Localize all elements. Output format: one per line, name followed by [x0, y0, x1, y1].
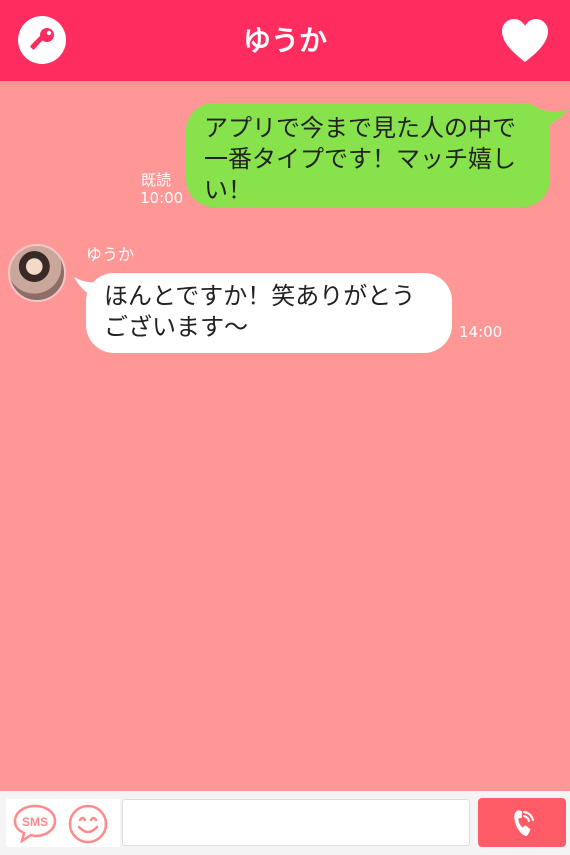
sender-name: ゆうか — [86, 245, 135, 264]
sms-icon: SMS — [13, 804, 57, 844]
favorite-button[interactable] — [500, 18, 550, 64]
call-button[interactable] — [478, 798, 566, 847]
received-message-time: 14:00 — [459, 323, 503, 341]
app-header: ゆうか — [0, 0, 570, 81]
smile-icon — [68, 804, 108, 844]
sent-message-time: 10:00 — [140, 189, 184, 207]
read-receipt: 既読 — [141, 171, 172, 189]
composer-icon-group: SMS — [6, 799, 120, 847]
chat-area[interactable]: アプリで今まで見た人の中で一番タイプです！マッチ嬉しい！ 既読 10:00 ゆう… — [0, 81, 570, 791]
heart-icon — [502, 19, 548, 62]
key-icon — [29, 28, 54, 51]
partner-avatar[interactable] — [8, 244, 66, 302]
received-message-bubble: ほんとですか！笑ありがとうございます〜 — [86, 273, 452, 353]
key-button[interactable] — [18, 16, 66, 64]
chat-partner-name: ゆうか — [242, 24, 327, 57]
message-input[interactable] — [122, 799, 470, 846]
svg-text:SMS: SMS — [22, 815, 48, 829]
emoji-button[interactable] — [67, 803, 109, 849]
sent-message-bubble: アプリで今まで見た人の中で一番タイプです！マッチ嬉しい！ — [186, 103, 550, 207]
sms-button[interactable]: SMS — [12, 803, 58, 847]
phone-icon — [514, 810, 534, 837]
message-composer: SMS — [0, 791, 570, 855]
